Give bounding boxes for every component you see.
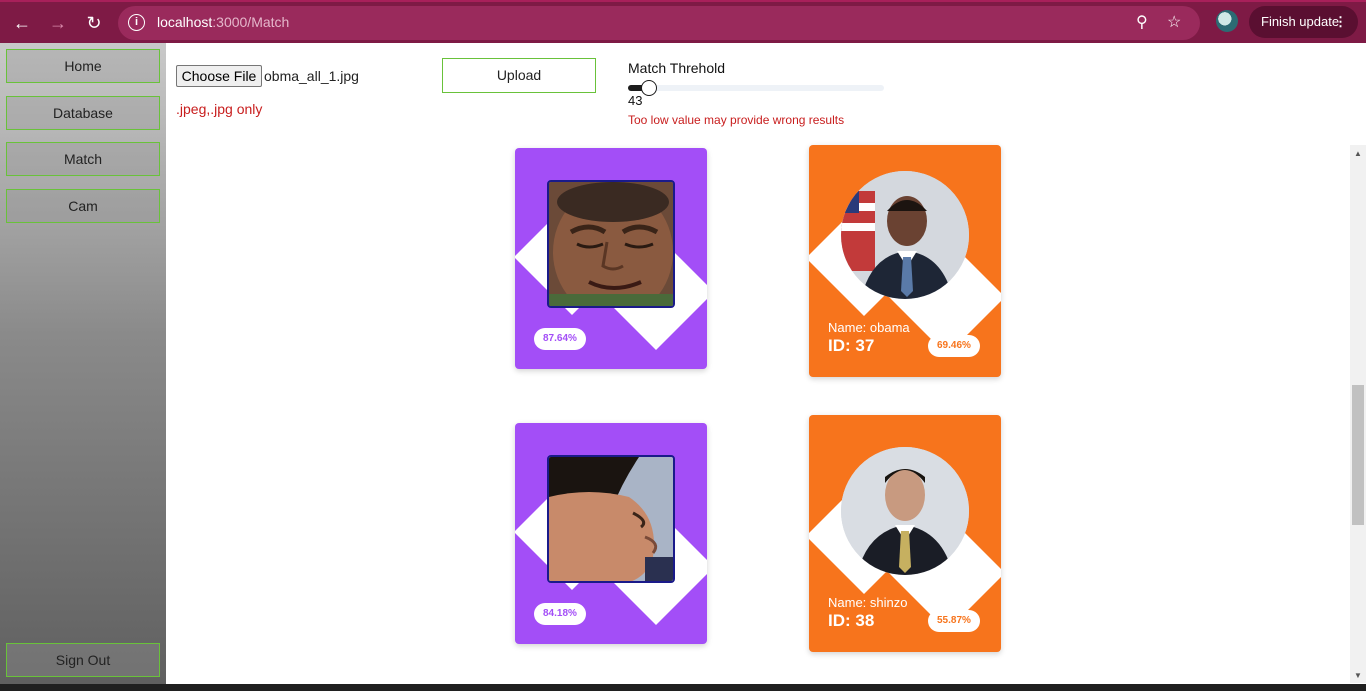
threshold-slider[interactable] [628,80,884,96]
file-format-hint: .jpeg,.jpg only [176,101,263,117]
bookmark-star-icon[interactable]: ☆ [1167,12,1181,32]
upload-button[interactable]: Upload [442,58,596,93]
site-info-icon[interactable]: i [128,14,145,31]
match-name: Name: obama [828,320,910,335]
sidebar-item-home[interactable]: Home [6,49,160,83]
selected-file-name: obma_all_1.jpg [264,68,359,84]
scrollbar-thumb[interactable] [1352,385,1364,525]
match-score-badge: 55.87% [928,610,980,632]
query-face-card: 87.64% [515,148,707,369]
sign-out-button[interactable]: Sign Out [6,643,160,677]
threshold-value: 43 [628,93,643,108]
match-id: ID: 38 [828,611,875,630]
scroll-down-icon[interactable]: ▼ [1350,669,1366,683]
match-score-badge: 69.46% [928,335,980,357]
finish-update-label: Finish update [1261,14,1340,29]
more-menu-icon[interactable]: ⋮ [1334,6,1347,38]
address-bar[interactable]: i localhost:3000/Match ⚲ ☆ [118,6,1200,40]
os-taskbar [0,684,1366,691]
query-face-image [547,455,675,583]
matched-person-photo [841,171,969,299]
zoom-icon[interactable]: ⚲ [1136,12,1148,32]
threshold-warning: Too low value may provide wrong results [628,113,845,127]
sidebar-item-database[interactable]: Database [6,96,160,130]
profile-avatar[interactable] [1216,10,1238,32]
back-arrow-icon[interactable]: ← [7,8,37,38]
slider-thumb[interactable] [641,80,657,96]
url-text[interactable]: localhost:3000/Match [157,14,289,30]
match-result-card: Name: obama ID: 37 69.46% [809,145,1001,377]
sidebar: Home Database Match Cam Sign Out [0,43,166,691]
match-page: Choose File obma_all_1.jpg .jpeg,.jpg on… [166,43,1366,691]
browser-toolbar: ← → ↻ i localhost:3000/Match ⚲ ☆ Finish … [0,0,1366,43]
matched-person-photo [841,447,969,575]
query-score-badge: 84.18% [534,603,586,625]
scroll-up-icon[interactable]: ▲ [1350,147,1366,161]
match-id: ID: 37 [828,336,875,355]
reload-icon[interactable]: ↻ [79,8,109,38]
match-result-card: Name: shinzo ID: 38 55.87% [809,415,1001,652]
forward-arrow-icon[interactable]: → [43,8,73,38]
url-host: localhost [157,14,213,30]
results-scrollbar[interactable]: ▲ ▼ [1350,145,1366,683]
sidebar-item-match[interactable]: Match [6,142,160,176]
threshold-label: Match Threhold [628,60,726,76]
query-face-image [547,180,675,308]
choose-file-button[interactable]: Choose File [176,65,262,87]
match-name: Name: shinzo [828,595,908,610]
query-face-card: 84.18% [515,423,707,644]
slider-track [628,85,884,91]
query-score-badge: 87.64% [534,328,586,350]
url-path: :3000/Match [212,14,290,30]
sidebar-item-cam[interactable]: Cam [6,189,160,223]
finish-update-button[interactable]: Finish update ⋮ [1249,6,1358,38]
